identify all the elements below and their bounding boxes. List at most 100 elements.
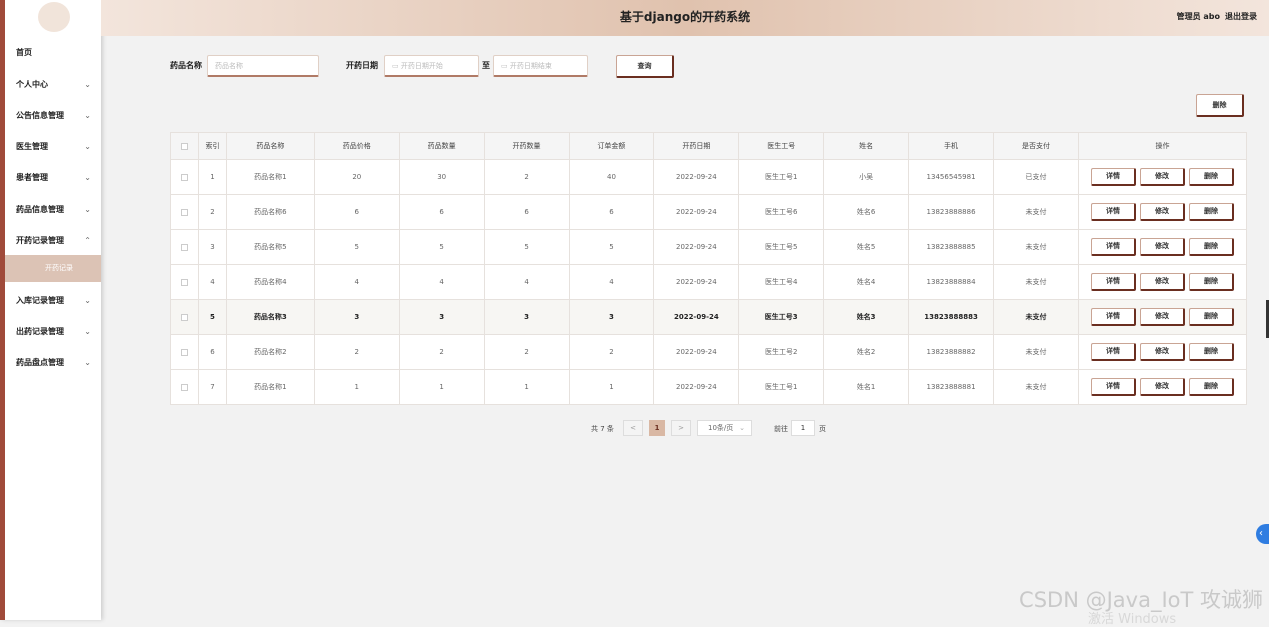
- date-end-input[interactable]: ▭ 开药日期结束: [493, 55, 588, 77]
- sidebar-item-prescriptions[interactable]: 开药记录管理 ⌃: [5, 225, 101, 256]
- sidebar-item-drugs[interactable]: 药品信息管理 ⌄: [5, 194, 101, 225]
- next-page-button[interactable]: >: [671, 420, 691, 436]
- avatar[interactable]: [38, 2, 70, 32]
- row-checkbox[interactable]: [170, 159, 199, 195]
- column-header: 是否支付: [993, 132, 1079, 160]
- cell-name: 姓名4: [823, 264, 910, 300]
- row-checkbox[interactable]: [170, 369, 199, 405]
- row-checkbox[interactable]: [170, 334, 199, 370]
- cell-actions: 详情 修改 删除: [1077, 264, 1248, 300]
- delete-button[interactable]: 删除: [1188, 378, 1234, 396]
- detail-button[interactable]: 详情: [1090, 168, 1136, 186]
- chevron-down-icon: ⌄: [84, 80, 91, 89]
- date-start-input[interactable]: ▭ 开药日期开始: [384, 55, 479, 77]
- sidebar-item-stock-out[interactable]: 出药记录管理 ⌄: [5, 316, 101, 347]
- detail-button[interactable]: 详情: [1090, 308, 1136, 326]
- activate-windows-notice: 激活 Windows: [1088, 612, 1177, 627]
- sidebar-item-patients[interactable]: 患者管理 ⌄: [5, 162, 101, 193]
- row-checkbox[interactable]: [170, 229, 199, 265]
- edit-button[interactable]: 修改: [1139, 273, 1185, 291]
- cell-paid: 未支付: [993, 264, 1079, 300]
- detail-button[interactable]: 详情: [1090, 343, 1136, 361]
- delete-button[interactable]: 删除: [1188, 238, 1234, 256]
- sidebar-item-label: 公告信息管理: [16, 111, 64, 120]
- prescription-table: 索引 药品名称 药品价格 药品数量 开药数量 订单金额 开药日期 医生工号 姓名…: [170, 132, 1248, 405]
- sidebar-item-doctors[interactable]: 医生管理 ⌄: [5, 131, 101, 162]
- cell-price: 3: [313, 299, 400, 335]
- prev-page-button[interactable]: <: [623, 420, 643, 436]
- drug-name-label: 药品名称: [170, 61, 202, 70]
- table-row: 5 药品名称3 3 3 3 3 2022-09-24 医生工号3 姓名3 138…: [170, 299, 1248, 335]
- select-all-checkbox[interactable]: [170, 132, 199, 160]
- column-header: 开药日期: [653, 132, 740, 160]
- delete-button[interactable]: 删除: [1188, 168, 1234, 186]
- page-1-button[interactable]: 1: [649, 420, 665, 436]
- detail-button[interactable]: 详情: [1090, 378, 1136, 396]
- row-checkbox[interactable]: [170, 264, 199, 300]
- cell-prescribed-qty: 3: [483, 299, 570, 335]
- chevron-down-icon: ⌄: [84, 205, 91, 214]
- cell-drug-name: 药品名称1: [225, 159, 315, 195]
- cell-doctor-id: 医生工号3: [738, 299, 825, 335]
- cell-paid: 未支付: [993, 194, 1079, 230]
- batch-delete-button[interactable]: 删除: [1196, 94, 1244, 117]
- column-header: 药品数量: [398, 132, 485, 160]
- edit-button[interactable]: 修改: [1139, 308, 1185, 326]
- cell-drug-name: 药品名称2: [225, 334, 315, 370]
- row-checkbox[interactable]: [170, 299, 199, 335]
- delete-button[interactable]: 删除: [1188, 273, 1234, 291]
- cell-date: 2022-09-24: [653, 264, 740, 300]
- column-header: 订单金额: [568, 132, 655, 160]
- cell-quantity: 30: [398, 159, 485, 195]
- delete-button[interactable]: 删除: [1188, 308, 1234, 326]
- edit-button[interactable]: 修改: [1139, 343, 1185, 361]
- sidebar-item-profile[interactable]: 个人中心 ⌄: [5, 69, 101, 100]
- cell-doctor-id: 医生工号2: [738, 334, 825, 370]
- edit-button[interactable]: 修改: [1139, 378, 1185, 396]
- cell-index: 6: [197, 334, 227, 370]
- page-size-select[interactable]: 10条/页 ⌄: [697, 420, 752, 436]
- cell-phone: 13823888883: [908, 299, 995, 335]
- sidebar-subitem-prescription-records[interactable]: 开药记录: [5, 255, 101, 282]
- sidebar-item-inventory[interactable]: 药品盘点管理 ⌄: [5, 347, 101, 378]
- cell-prescribed-qty: 2: [483, 334, 570, 370]
- logout-link[interactable]: 退出登录: [1225, 12, 1257, 21]
- edit-button[interactable]: 修改: [1139, 203, 1185, 221]
- chevron-up-icon: ⌃: [84, 236, 91, 245]
- detail-button[interactable]: 详情: [1090, 238, 1136, 256]
- table-row: 6 药品名称2 2 2 2 2 2022-09-24 医生工号2 姓名2 138…: [170, 334, 1248, 370]
- table-header-row: 索引 药品名称 药品价格 药品数量 开药数量 订单金额 开药日期 医生工号 姓名…: [170, 132, 1248, 160]
- delete-button[interactable]: 删除: [1188, 343, 1234, 361]
- sidebar-item-stock-in[interactable]: 入库记录管理 ⌄: [5, 285, 101, 316]
- detail-button[interactable]: 详情: [1090, 203, 1136, 221]
- cell-prescribed-qty: 5: [483, 229, 570, 265]
- drug-name-input[interactable]: 药品名称: [207, 55, 319, 77]
- cell-drug-name: 药品名称3: [225, 299, 315, 335]
- cell-price: 20: [313, 159, 400, 195]
- sidebar-item-home[interactable]: 首页: [5, 37, 101, 68]
- delete-button[interactable]: 删除: [1188, 203, 1234, 221]
- cell-paid: 未支付: [993, 334, 1079, 370]
- detail-button[interactable]: 详情: [1090, 273, 1136, 291]
- sidebar-item-label: 医生管理: [16, 142, 48, 151]
- sidebar-item-label: 患者管理: [16, 173, 48, 182]
- edit-button[interactable]: 修改: [1139, 238, 1185, 256]
- cell-actions: 详情 修改 删除: [1077, 159, 1248, 195]
- sidebar-item-label: 入库记录管理: [16, 296, 64, 305]
- cell-price: 4: [313, 264, 400, 300]
- cell-quantity: 2: [398, 334, 485, 370]
- edit-button[interactable]: 修改: [1139, 168, 1185, 186]
- cell-amount: 40: [568, 159, 655, 195]
- goto-page-input[interactable]: 1: [791, 420, 815, 436]
- cell-paid: 未支付: [993, 229, 1079, 265]
- cell-date: 2022-09-24: [653, 299, 740, 335]
- cell-quantity: 4: [398, 264, 485, 300]
- collapse-chevron-icon[interactable]: ‹: [1256, 524, 1269, 544]
- cell-price: 6: [313, 194, 400, 230]
- sidebar-item-label: 个人中心: [16, 80, 48, 89]
- sidebar-item-notices[interactable]: 公告信息管理 ⌄: [5, 100, 101, 131]
- date-label: 开药日期: [346, 61, 378, 70]
- row-checkbox[interactable]: [170, 194, 199, 230]
- query-button[interactable]: 查询: [616, 55, 674, 78]
- cell-phone: 13823888885: [908, 229, 995, 265]
